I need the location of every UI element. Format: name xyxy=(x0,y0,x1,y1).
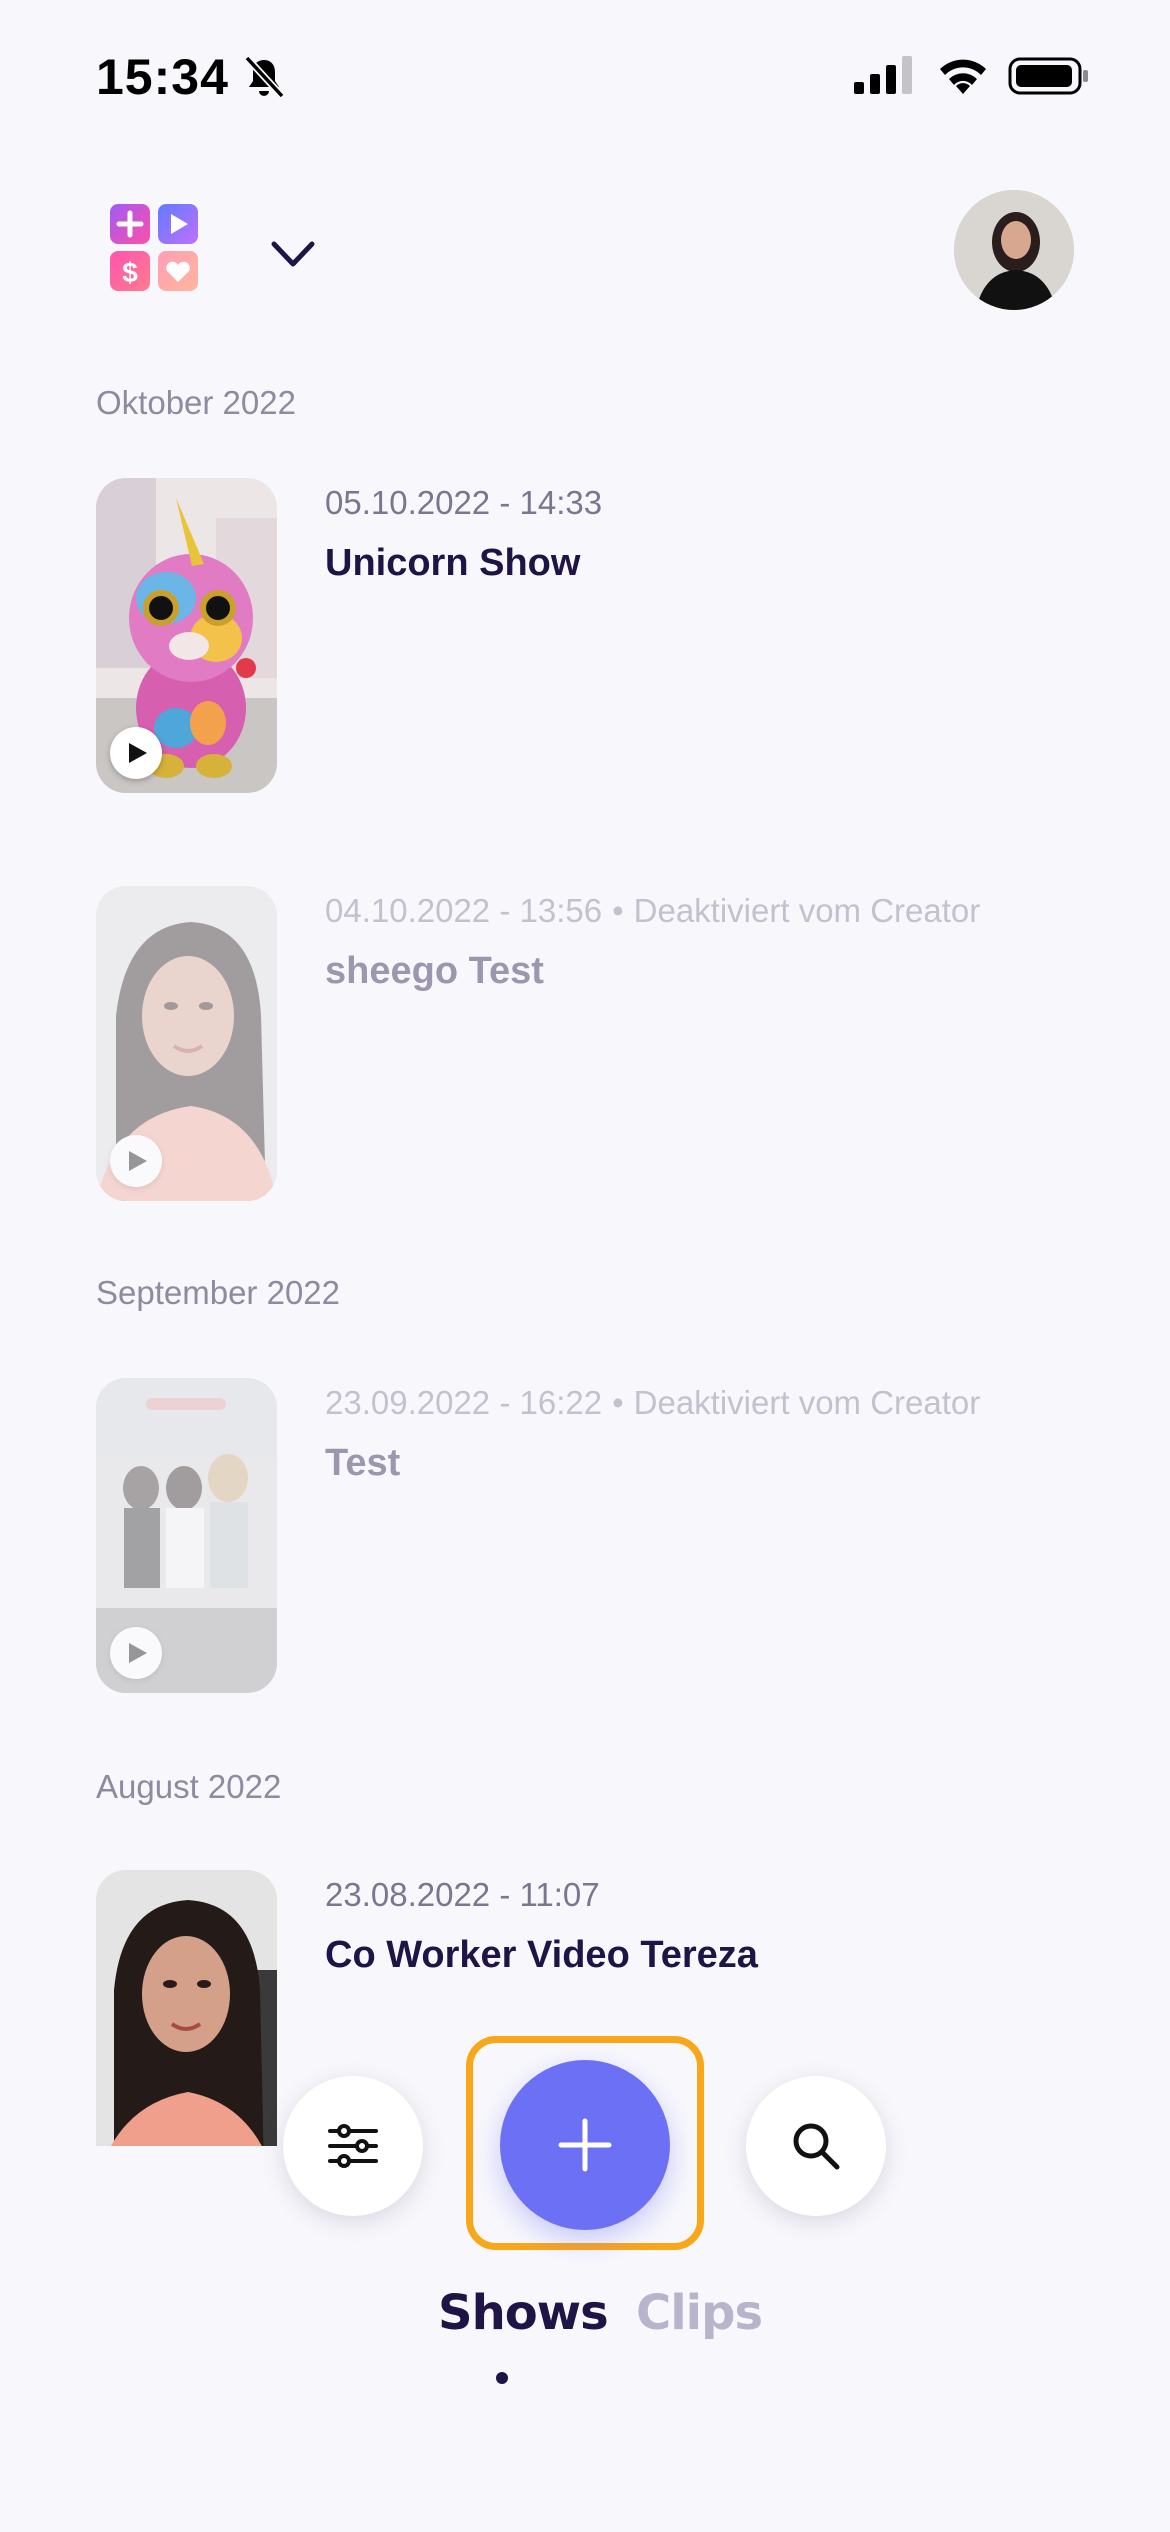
show-thumbnail xyxy=(96,886,277,1201)
show-title: Unicorn Show xyxy=(325,542,581,584)
show-meta: 23.09.2022 - 16:22 • Deaktiviert vom Creat… xyxy=(325,1384,980,1422)
show-status: Deaktiviert vom Creator xyxy=(633,1384,981,1421)
search-button[interactable] xyxy=(746,2076,886,2216)
show-title: sheego Test xyxy=(325,950,544,992)
show-datetime: 05.10.2022 - 14:33 xyxy=(325,484,603,521)
show-item-test[interactable]: 23.09.2022 - 16:22 • Deaktiviert vom Creat… xyxy=(96,1378,1096,1693)
sliders-icon xyxy=(328,2124,378,2168)
play-icon[interactable] xyxy=(110,727,162,779)
show-thumbnail xyxy=(96,1870,277,2146)
person-photo xyxy=(96,1870,277,2146)
add-show-button[interactable] xyxy=(500,2060,670,2230)
cellular-signal-icon xyxy=(854,56,912,94)
app-logo-icon[interactable]: $ xyxy=(110,204,200,292)
show-title: Co Worker Video Tereza xyxy=(325,1934,758,1976)
show-meta: 04.10.2022 - 13:56 • Deaktiviert vom Creat… xyxy=(325,892,980,930)
battery-icon xyxy=(1008,57,1088,95)
filter-button[interactable] xyxy=(283,2076,423,2216)
month-header: September 2022 xyxy=(96,1274,341,1311)
svg-text:$: $ xyxy=(122,257,138,288)
active-tab-indicator xyxy=(496,2372,508,2384)
play-icon[interactable] xyxy=(110,1135,162,1187)
search-icon xyxy=(793,2123,840,2170)
tab-clips[interactable]: Clips xyxy=(636,2285,763,2341)
show-item-sheego[interactable]: 04.10.2022 - 13:56 • Deaktiviert vom Creat… xyxy=(96,886,1096,1201)
month-header: Oktober 2022 xyxy=(96,384,296,421)
app-screen: 15:34 $ Oktober 2022 05.10.2022 - 14:33 … xyxy=(0,0,1170,2532)
chevron-down-icon[interactable] xyxy=(268,234,318,274)
show-meta: 23.08.2022 - 11:07 xyxy=(325,1876,600,1914)
status-time: 15:34 xyxy=(96,49,229,105)
show-meta: 05.10.2022 - 14:33 xyxy=(325,484,602,522)
status-bar: 15:34 xyxy=(0,0,1170,150)
plus-icon xyxy=(558,2118,612,2172)
wifi-icon xyxy=(940,59,986,94)
show-status: Deaktiviert vom Creator xyxy=(633,892,981,929)
show-thumbnail xyxy=(96,478,277,793)
show-thumbnail xyxy=(96,1378,277,1693)
tab-shows[interactable]: Shows xyxy=(438,2285,609,2341)
show-title: Test xyxy=(325,1442,401,1484)
person-photo xyxy=(954,190,1074,310)
show-datetime: 23.08.2022 - 11:07 xyxy=(325,1876,600,1913)
profile-avatar[interactable] xyxy=(954,190,1074,310)
play-icon[interactable] xyxy=(110,1627,162,1679)
show-item-unicorn[interactable]: 05.10.2022 - 14:33 Unicorn Show xyxy=(96,478,1096,793)
separator-dot: • xyxy=(612,892,624,929)
bell-muted-icon xyxy=(244,55,285,99)
month-header: August 2022 xyxy=(96,1768,282,1805)
show-datetime: 04.10.2022 - 13:56 xyxy=(325,892,603,929)
separator-dot: • xyxy=(612,1384,624,1421)
show-datetime: 23.09.2022 - 16:22 xyxy=(325,1384,603,1421)
